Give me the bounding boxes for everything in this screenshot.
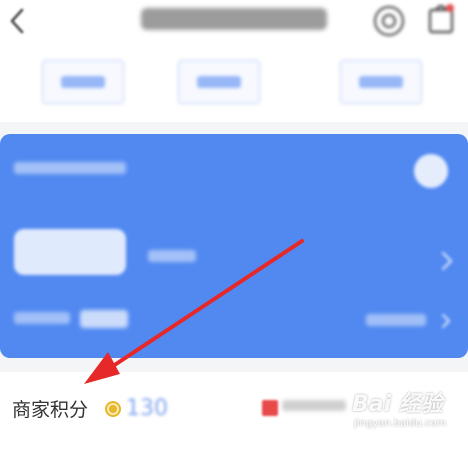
promo-text[interactable] [282, 400, 346, 415]
frozen-value [80, 306, 128, 331]
action-button-1[interactable] [42, 60, 124, 104]
points-label: 商家积分 [12, 399, 89, 421]
points-value: 130 [126, 396, 168, 421]
question-circle-icon[interactable] [414, 154, 448, 188]
header-bar [0, 0, 468, 50]
watermark-brand: Bai 经验 [352, 392, 443, 417]
promo-icon [262, 400, 278, 416]
balance-amount [14, 210, 126, 286]
balance-unit [148, 250, 196, 266]
watermark-url: jingyan.baidu.com [354, 418, 447, 429]
watermark: Bai 经验 jingyan.baidu.com [352, 386, 464, 446]
action-buttons-row [0, 50, 468, 122]
headset-icon[interactable] [372, 4, 406, 38]
balance-label [14, 160, 126, 178]
action-button-3[interactable] [340, 60, 422, 104]
chevron-right-icon[interactable] [440, 312, 452, 330]
coin-icon [105, 401, 121, 417]
shopping-bag-icon[interactable] [426, 2, 456, 34]
balance-card[interactable] [0, 134, 468, 358]
chevron-right-icon[interactable] [440, 250, 454, 272]
action-button-2[interactable] [178, 60, 260, 104]
frozen-label [14, 312, 70, 328]
detail-link[interactable] [366, 314, 426, 330]
